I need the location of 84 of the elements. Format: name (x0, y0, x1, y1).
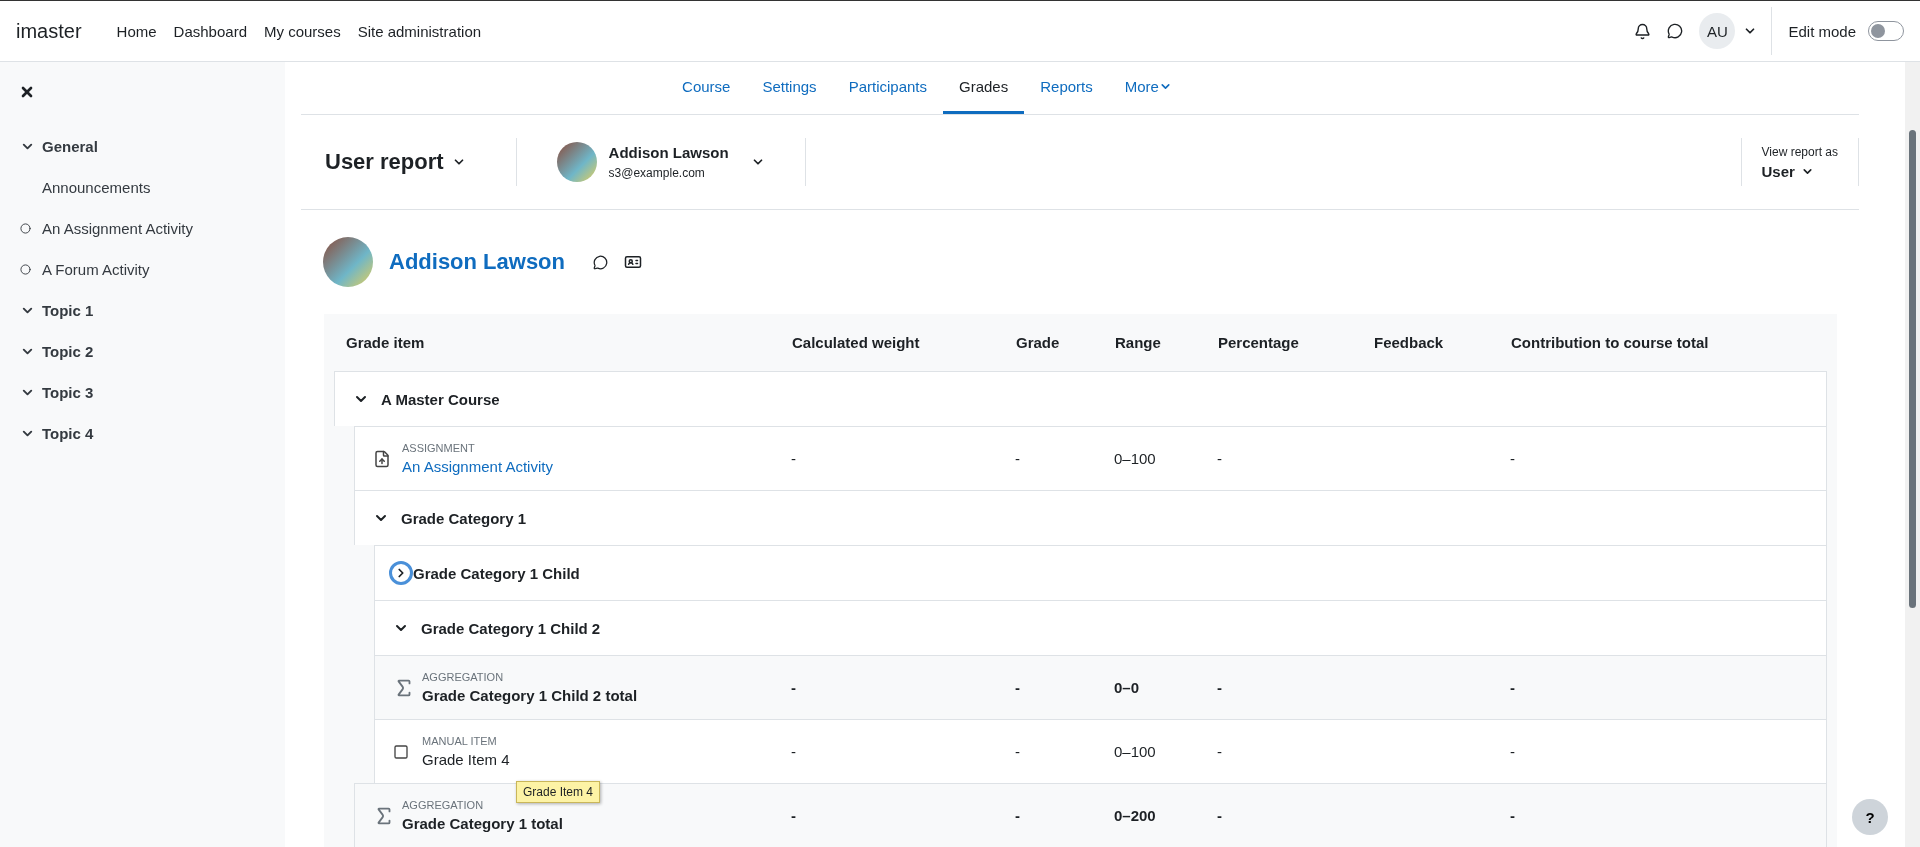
grade-item-name: Grade Category 1 Child 2 total (422, 687, 638, 704)
column-header: Grade (1016, 334, 1061, 351)
table-cell-text: - (791, 450, 797, 467)
item-type-label: MANUAL ITEM (422, 735, 498, 747)
table-cell-text: - (1015, 743, 1021, 760)
nav-link[interactable]: Dashboard (173, 22, 247, 40)
tooltip: Grade Item 4 (516, 781, 601, 803)
table-cell-text: 0–100 (1114, 450, 1157, 467)
user-email: s3@example.com (608, 166, 705, 180)
course-tab[interactable]: Settings (746, 62, 833, 114)
table-cell-text: - (1510, 450, 1516, 467)
sidebar-item[interactable]: Topic 3 (42, 384, 94, 401)
item-type-label: AGGREGATION (402, 799, 485, 811)
table-cell-text: - (1510, 679, 1516, 696)
column-header: Grade item (345, 334, 426, 351)
sidebar-item[interactable]: General (42, 138, 98, 155)
grade-item-name: Grade Item 4 (422, 751, 510, 768)
table-cell-text: - (1217, 679, 1223, 696)
column-header: Range (1115, 334, 1162, 351)
messages-icon[interactable] (1667, 23, 1684, 39)
notifications-icon[interactable] (1634, 22, 1652, 40)
message-icon[interactable] (593, 254, 608, 270)
site-name[interactable]: imaster (16, 19, 82, 43)
table-cell-text: - (1015, 807, 1021, 824)
scrollbar-thumb[interactable] (1909, 130, 1916, 608)
nav-link[interactable]: My courses (264, 22, 341, 40)
view-as-label: View report as (1761, 144, 1838, 159)
item-type-label: ASSIGNMENT (402, 442, 476, 454)
course-tab[interactable]: Reports (1024, 62, 1109, 114)
table-cell-text: 0–100 (1114, 743, 1157, 760)
category-name: Grade Category 1 Child 2 (421, 619, 601, 637)
nav-link[interactable]: Home (116, 22, 157, 40)
table-cell-text: 0–200 (1114, 807, 1157, 824)
category-name: Grade Category 1 (401, 509, 527, 527)
category-name: A Master Course (381, 390, 500, 408)
user-name: Addison Lawson (608, 144, 729, 161)
column-header: Percentage (1218, 334, 1300, 351)
grade-item-name: Grade Category 1 total (402, 815, 563, 832)
help-button[interactable]: ? (1852, 799, 1888, 835)
table-cell-text: - (791, 807, 797, 824)
circle-icon (20, 223, 31, 234)
view-as-value: User (1761, 162, 1795, 180)
nav-link[interactable]: Site administration (357, 22, 482, 40)
id-card-icon[interactable] (624, 253, 642, 271)
expand-button[interactable] (389, 561, 413, 585)
column-header: Calculated weight (792, 334, 921, 351)
close-icon[interactable] (19, 84, 35, 100)
user-profile-link[interactable]: Addison Lawson (389, 249, 565, 275)
category-name: Grade Category 1 Child (413, 564, 580, 582)
table-cell-text: - (791, 679, 797, 696)
course-tab[interactable]: More (1108, 62, 1188, 114)
photo-placeholder (323, 237, 373, 287)
table-cell-text: - (791, 743, 797, 760)
sidebar-item[interactable]: Topic 4 (42, 425, 94, 442)
table-cell-text: - (1015, 679, 1021, 696)
file-upload-icon (373, 449, 391, 468)
photo-placeholder (556, 142, 597, 182)
course-tab[interactable]: Course (666, 62, 747, 114)
course-tab[interactable]: Participants (832, 62, 943, 114)
table-cell-text: - (1510, 743, 1516, 760)
table-cell-text: 0–0 (1114, 679, 1141, 696)
sidebar-item[interactable]: An Assignment Activity (42, 220, 193, 237)
circle-icon (20, 264, 31, 275)
report-selector[interactable]: User report (301, 138, 516, 186)
edit-mode-label: Edit mode (1788, 22, 1856, 40)
table-cell-text: - (1510, 807, 1516, 824)
table-cell-text: - (1015, 450, 1021, 467)
sidebar-item[interactable]: Announcements (42, 179, 151, 196)
table-cell-text: - (1217, 450, 1223, 467)
sidebar-item[interactable]: A Forum Activity (42, 261, 150, 278)
edit-mode-switch[interactable] (1868, 21, 1904, 41)
user-avatar[interactable]: AU (1699, 13, 1736, 49)
sidebar-item[interactable]: Topic 2 (42, 343, 94, 360)
item-type-label: AGGREGATION (422, 671, 505, 683)
grade-item-link[interactable]: An Assignment Activity (402, 458, 553, 475)
checkbox-square-icon (393, 743, 409, 760)
table-cell-text: - (1217, 743, 1223, 760)
table-cell-text: - (1217, 807, 1223, 824)
sidebar-item[interactable]: Topic 1 (42, 302, 94, 319)
course-tab[interactable]: Grades (943, 62, 1025, 114)
view-report-as-selector[interactable]: View report as User (1741, 144, 1858, 180)
column-header: Feedback (1374, 334, 1445, 351)
user-selector[interactable]: Addison Lawson s3@example.com (516, 138, 805, 186)
column-header: Contribution to course total (1511, 334, 1710, 351)
